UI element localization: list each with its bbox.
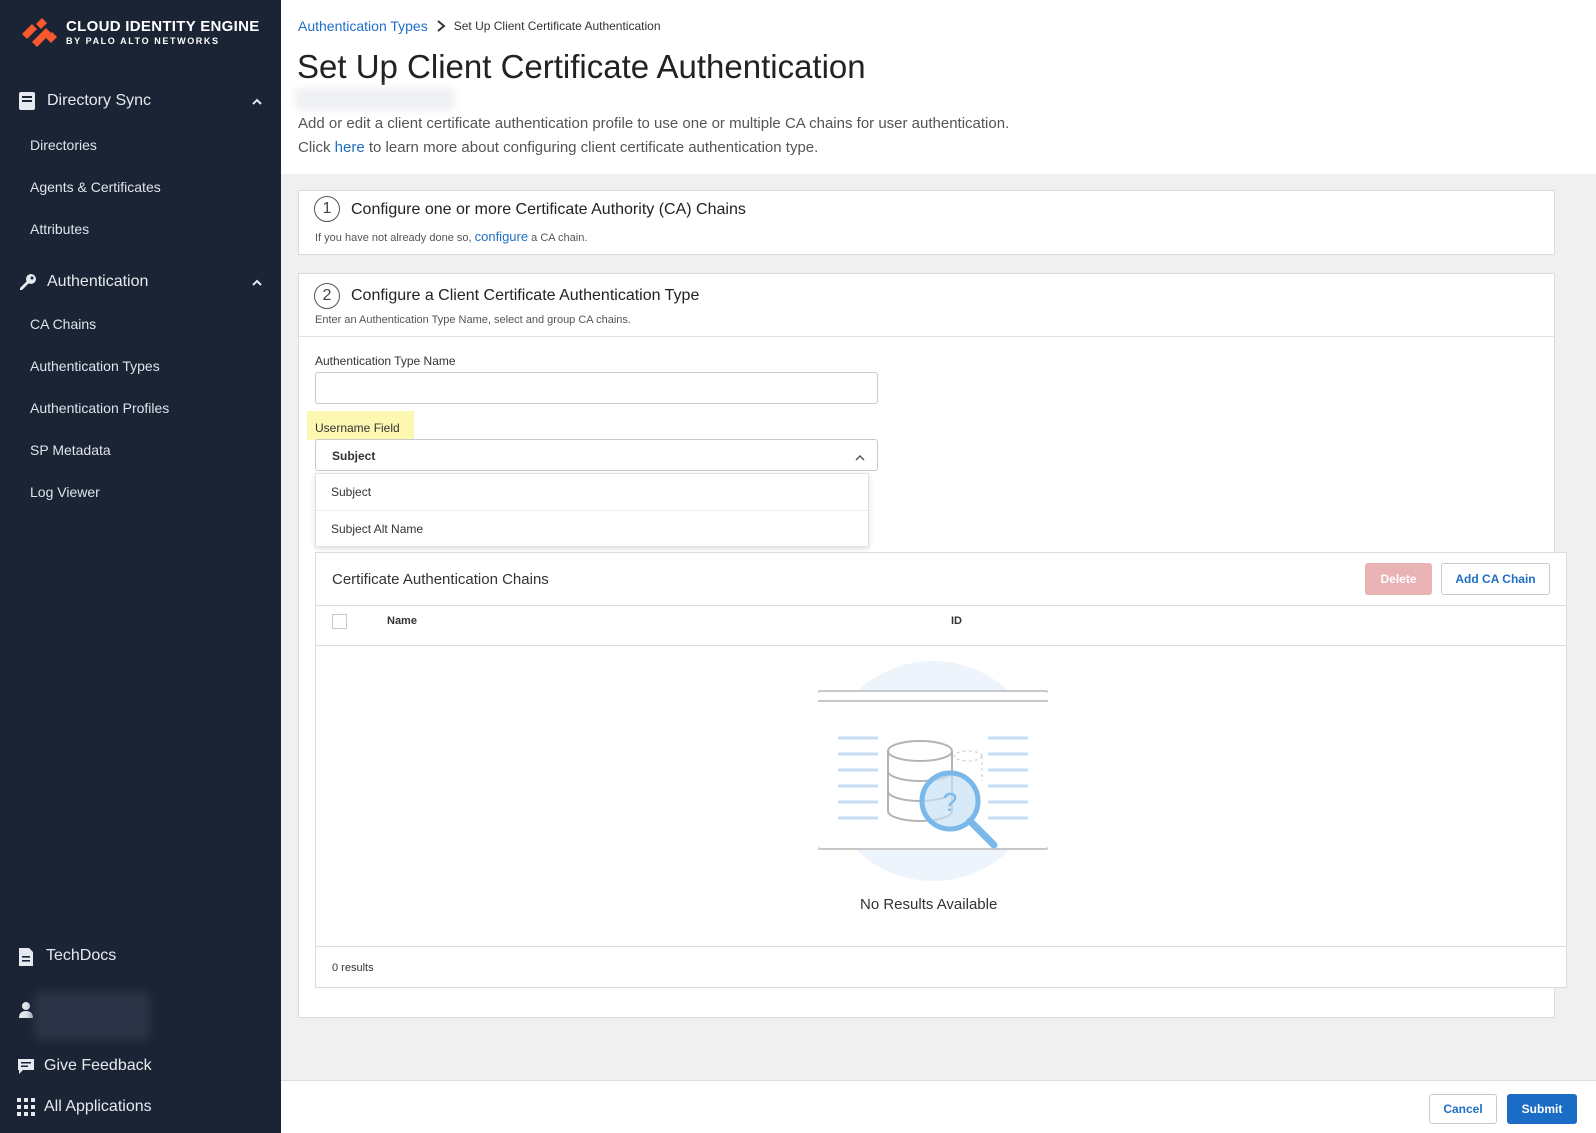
step-number-badge: 2 xyxy=(314,283,340,309)
give-feedback-link[interactable]: Give Feedback xyxy=(0,1053,281,1081)
user-name-redacted xyxy=(34,992,150,1040)
sidebar-item-authentication-profiles[interactable]: Authentication Profiles xyxy=(30,400,169,416)
select-all-checkbox[interactable] xyxy=(332,614,347,629)
nav-section-authentication[interactable]: Authentication xyxy=(0,267,281,297)
cancel-button[interactable]: Cancel xyxy=(1429,1094,1497,1124)
certificate-authentication-chains-table: Certificate Authentication Chains Delete… xyxy=(315,552,1567,988)
page-title: Set Up Client Certificate Authentication xyxy=(297,48,866,85)
learn-more-link[interactable]: here xyxy=(335,139,365,156)
nav-section-directory-sync[interactable]: Directory Sync xyxy=(0,86,281,116)
feedback-icon xyxy=(17,1057,37,1077)
techdocs-label: TechDocs xyxy=(46,947,117,964)
username-field-select[interactable]: Subject xyxy=(315,439,878,471)
chevron-up-icon xyxy=(855,450,865,461)
step-2-card: 2 Configure a Client Certificate Authent… xyxy=(298,273,1567,1018)
brand-subtitle: BY PALO ALTO NETWORKS xyxy=(66,36,220,46)
footer-actions: Cancel Submit xyxy=(281,1080,1596,1133)
sidebar-item-attributes[interactable]: Attributes xyxy=(30,221,89,237)
main-content: Authentication Types Set Up Client Certi… xyxy=(281,0,1596,1133)
configure-ca-chain-link[interactable]: configure xyxy=(475,229,528,244)
results-count: 0 results xyxy=(332,962,374,974)
chevron-up-icon[interactable] xyxy=(251,276,263,288)
sidebar: CLOUD IDENTITY ENGINE BY PALO ALTO NETWO… xyxy=(0,0,281,1133)
chevron-up-icon[interactable] xyxy=(251,95,263,107)
svg-text:?: ? xyxy=(943,787,957,817)
column-header-id[interactable]: ID xyxy=(951,615,962,627)
table-title: Certificate Authentication Chains xyxy=(332,571,549,588)
delete-button[interactable]: Delete xyxy=(1365,563,1432,595)
grid-icon xyxy=(17,1098,37,1118)
all-applications-link[interactable]: All Applications xyxy=(0,1094,281,1122)
description-line-2: Click here to learn more about configuri… xyxy=(298,139,819,156)
chevron-right-icon xyxy=(436,19,446,33)
sidebar-item-directories[interactable]: Directories xyxy=(30,137,97,153)
book-icon xyxy=(18,91,38,111)
sidebar-item-sp-metadata[interactable]: SP Metadata xyxy=(30,442,111,458)
user-account[interactable] xyxy=(0,992,281,1040)
step-2-subtitle: Enter an Authentication Type Name, selec… xyxy=(315,314,631,326)
breadcrumb-link-authentication-types[interactable]: Authentication Types xyxy=(298,18,428,34)
authentication-type-name-label: Authentication Type Name xyxy=(315,354,456,368)
key-icon xyxy=(18,272,38,292)
page-header: Authentication Types Set Up Client Certi… xyxy=(281,0,1596,174)
add-ca-chain-button[interactable]: Add CA Chain xyxy=(1441,563,1550,595)
step-1-card: 1 Configure one or more Certificate Auth… xyxy=(298,190,1555,255)
column-header-name[interactable]: Name xyxy=(387,615,417,627)
no-results-illustration-icon: ? xyxy=(814,661,1052,891)
step-1-title: Configure one or more Certificate Author… xyxy=(351,201,746,218)
authentication-type-name-input[interactable] xyxy=(315,372,878,404)
page-description: Add or edit a client certificate authent… xyxy=(298,112,1009,160)
dropdown-option-subject-alt-name[interactable]: Subject Alt Name xyxy=(316,511,868,547)
submit-button[interactable]: Submit xyxy=(1507,1094,1577,1124)
nav-section-label: Authentication xyxy=(47,273,149,290)
brand[interactable]: CLOUD IDENTITY ENGINE BY PALO ALTO NETWO… xyxy=(18,16,260,48)
sidebar-item-ca-chains[interactable]: CA Chains xyxy=(30,316,96,332)
breadcrumb-current: Set Up Client Certificate Authentication xyxy=(453,19,661,33)
no-results-text: No Results Available xyxy=(860,896,998,913)
step-number-badge: 1 xyxy=(314,196,340,222)
divider xyxy=(299,336,1554,337)
sidebar-item-agents-certificates[interactable]: Agents & Certificates xyxy=(30,179,161,195)
give-feedback-label: Give Feedback xyxy=(44,1057,152,1074)
document-icon xyxy=(17,947,37,967)
sidebar-item-authentication-types[interactable]: Authentication Types xyxy=(30,358,160,374)
palo-alto-logo-icon xyxy=(18,16,58,48)
redacted-subtitle xyxy=(295,88,455,110)
username-field-selected-value: Subject xyxy=(332,449,376,463)
username-field-label: Username Field xyxy=(315,421,400,435)
breadcrumb: Authentication Types Set Up Client Certi… xyxy=(298,18,661,34)
brand-title: CLOUD IDENTITY ENGINE xyxy=(66,18,260,35)
nav-section-label: Directory Sync xyxy=(47,92,152,109)
step-2-title: Configure a Client Certificate Authentic… xyxy=(351,287,700,304)
dropdown-option-subject[interactable]: Subject xyxy=(316,474,868,510)
step-1-subtitle: If you have not already done so, configu… xyxy=(315,229,588,244)
description-line-1: Add or edit a client certificate authent… xyxy=(298,115,1010,132)
username-field-dropdown: Subject Subject Alt Name xyxy=(315,473,869,547)
all-applications-label: All Applications xyxy=(44,1098,152,1115)
techdocs-link[interactable]: TechDocs xyxy=(0,943,281,971)
sidebar-item-log-viewer[interactable]: Log Viewer xyxy=(30,484,100,500)
